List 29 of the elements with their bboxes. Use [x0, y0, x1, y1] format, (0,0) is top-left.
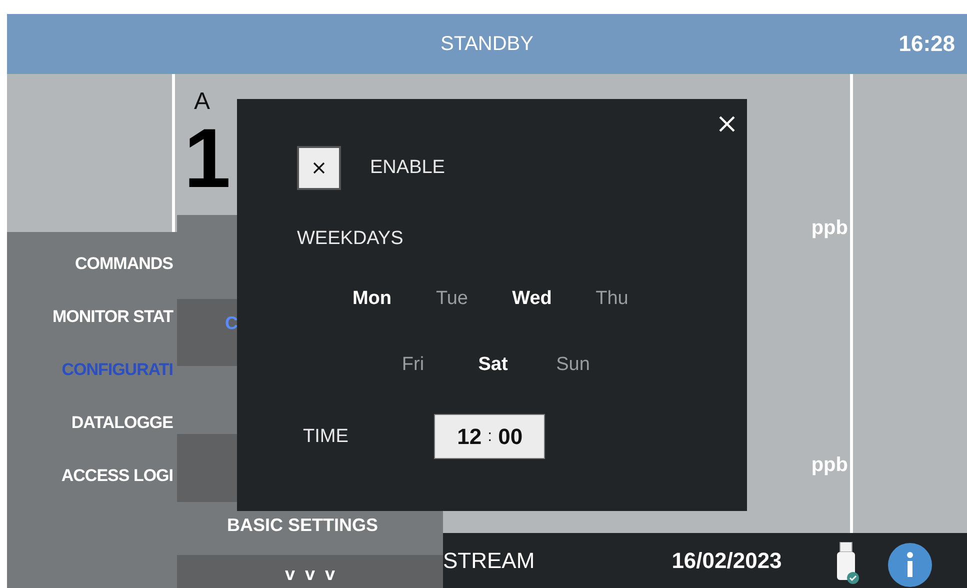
unit-label: ppb — [811, 454, 848, 477]
date-label: 16/02/2023 — [672, 548, 782, 574]
time-field[interactable]: 12 : 00 — [434, 414, 546, 459]
enable-checkbox[interactable] — [297, 146, 341, 190]
basic-settings-label: BASIC SETTINGS — [227, 515, 378, 536]
clock-time: 16:28 — [898, 31, 955, 57]
close-icon[interactable] — [719, 116, 735, 132]
channel-label: A — [194, 88, 212, 116]
weekday-toggle[interactable]: Fri — [373, 354, 453, 376]
enable-label: ENABLE — [370, 157, 445, 179]
mode-label: STREAM — [443, 548, 535, 574]
weekdays-label: WEEKDAYS — [297, 228, 404, 250]
sidebar-item[interactable]: DATALOGGE — [71, 413, 173, 433]
weekday-toggle[interactable]: Tue — [412, 288, 492, 310]
time-label: TIME — [303, 426, 348, 448]
info-icon[interactable] — [888, 542, 932, 586]
sidebar-item[interactable]: COMMANDS — [75, 254, 173, 274]
weekday-toggle[interactable]: Thu — [572, 288, 652, 310]
cross-mark-icon — [313, 162, 325, 174]
measurement-value: 1 — [184, 116, 231, 200]
status-title: STANDBY — [440, 32, 534, 56]
sidebar-item[interactable]: MONITOR STAT — [52, 307, 173, 327]
weekday-toggle[interactable]: Wed — [492, 288, 572, 310]
weekday-toggle[interactable]: Sun — [533, 354, 613, 376]
scroll-down-button[interactable]: v v v — [177, 555, 443, 588]
weekday-toggle[interactable]: Sat — [453, 354, 533, 376]
sidebar-item[interactable]: ACCESS LOGI — [61, 466, 173, 486]
weekday-toggle[interactable]: Mon — [332, 288, 412, 310]
unit-label: ppb — [811, 217, 848, 240]
